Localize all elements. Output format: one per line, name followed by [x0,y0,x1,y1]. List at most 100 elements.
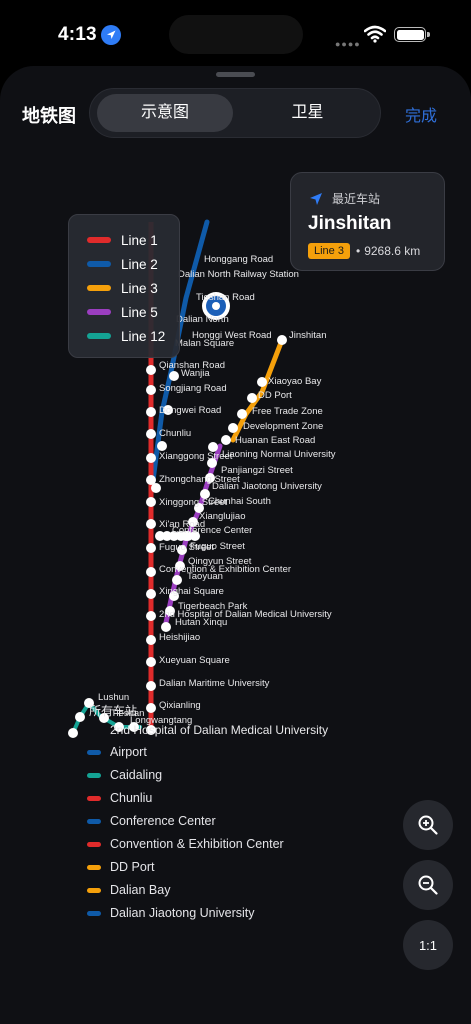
legend-swatch [87,309,111,315]
station-name: Chunliu [110,791,153,805]
line-color-dash [87,749,101,755]
legend-swatch [87,261,111,267]
legend-label: Line 2 [121,256,158,272]
status-time: 4:13 [58,24,97,45]
station-dot [68,728,78,738]
map-label-xianglujiao: Xianglujiao [199,511,245,522]
map-label-dongwei-road: Dongwei Road [159,405,221,416]
map-label-xianggong-street: Xianggong Street [159,451,233,462]
line-color-dash [87,910,101,916]
line-legend: Line 1 Line 2 Line 3 Line 5 Line 12 [68,214,180,358]
station-dot [146,429,156,439]
legend-swatch [87,237,111,243]
station-name: Caidaling [110,768,163,782]
distance-separator: • [355,244,361,258]
map-label-xinggong-street: Xinggong Street [159,497,227,508]
legend-label: Line 3 [121,280,158,296]
station-dot [146,681,156,691]
station-dot [146,519,156,529]
station-dot [157,441,167,451]
station-dot [146,453,156,463]
line-color-dash [87,818,101,824]
station-dot [161,622,171,632]
view-mode-segmented-control[interactable]: 示意图 卫星 [89,88,381,138]
legend-item-line-5: Line 5 [87,303,158,321]
map-label-taoyuan: Taoyuan [187,571,223,582]
legend-label: Line 12 [121,328,166,344]
list-item[interactable]: Convention & Exhibition Center [87,836,284,852]
nearest-station-header: 最近车站 [309,190,380,207]
station-dot [75,712,85,722]
station-dot [146,497,156,507]
list-item[interactable]: Chunliu [87,790,152,806]
map-label-chunliu: Chunliu [159,428,191,439]
legend-item-line-2: Line 2 [87,255,158,273]
wifi-icon [363,25,387,48]
station-dot [146,407,156,417]
battery-icon [394,27,430,42]
zoom-in-button[interactable] [403,800,453,850]
done-button[interactable]: 完成 [405,102,437,126]
legend-label: Line 5 [121,304,158,320]
station-dot [146,385,156,395]
legend-item-line-1: Line 1 [87,231,158,249]
status-bar: 4:13 ●●●● [0,0,471,66]
map-label-development-zone: Development Zone [243,421,323,432]
sheet-grabber[interactable] [216,72,255,77]
location-arrow-icon [101,25,121,45]
station-dot [277,335,287,345]
station-dot [172,575,182,585]
legend-label: Line 1 [121,232,158,248]
station-dot [146,703,156,713]
legend-swatch [87,333,111,339]
cellular-signal-icon: ●●●● [335,39,361,49]
map-label-honggang-road: Honggang Road [204,254,273,265]
map-label-lushun: Lushun [98,692,129,703]
station-dot [146,611,156,621]
station-dot [237,409,247,419]
legend-item-line-12: Line 12 [87,327,165,345]
line-color-dash [87,841,101,847]
segment-satellite[interactable]: 卫星 [238,94,377,132]
zoom-in-icon [418,815,438,835]
list-item[interactable]: Dalian Jiaotong University [87,905,255,921]
line-color-dash [87,772,101,778]
map-label-qixianling: Qixianling [159,700,201,711]
line-color-dash [87,864,101,870]
station-dot [146,635,156,645]
map-label-dalian-north: Dalian North [176,314,229,325]
reset-scale-button[interactable]: 1:1 [403,920,453,970]
map-label-zhongchang-street: Zhongchang Street [159,474,240,485]
map-label-tieshan-road: Tieshan Road [196,292,255,303]
station-dot [146,543,156,553]
list-item[interactable]: Conference Center [87,813,216,829]
map-label-xueyuan-square: Xueyuan Square [159,655,230,666]
map-label-wanjia: Wanjia [181,368,210,379]
map-label-jinshitan: Jinshitan [289,330,327,341]
zoom-out-icon [418,875,438,895]
nearest-station-name: Jinshitan [308,213,392,234]
nearest-station-card[interactable]: 最近车站 Jinshitan Line 3 • 9268.6 km [290,172,445,271]
list-item[interactable]: Airport [87,744,147,760]
list-item[interactable]: DD Port [87,859,154,875]
map-label-liaoning-normal-university: Liaoning Normal University [222,449,336,460]
station-name: Dalian Jiaotong University [110,906,255,920]
metro-map-sheet: Jinshitan Xiaoyao Bay DD Port Free Trade… [0,66,471,1024]
station-dot [257,377,267,387]
line-color-dash [87,887,101,893]
map-label-heishijiao: Heishijiao [159,632,200,643]
station-name: Dalian Bay [110,883,171,897]
station-name: Airport [110,745,147,759]
zoom-out-button[interactable] [403,860,453,910]
list-item[interactable]: Dalian Bay [87,882,170,898]
segment-schematic[interactable]: 示意图 [97,94,233,132]
station-dot [146,567,156,577]
map-label-malan-square: Malan Square [175,338,234,349]
map-label-dd-port: DD Port [258,390,292,401]
map-label-huanan-east-road: Huanan East Road [235,435,315,446]
reset-scale-label: 1:1 [418,937,438,953]
nearest-station-distance: 9268.6 km [364,244,421,258]
map-label-xinghai-square: Xinghai Square [159,586,224,597]
list-item[interactable]: Caidaling [87,767,162,783]
legend-item-line-3: Line 3 [87,279,158,297]
